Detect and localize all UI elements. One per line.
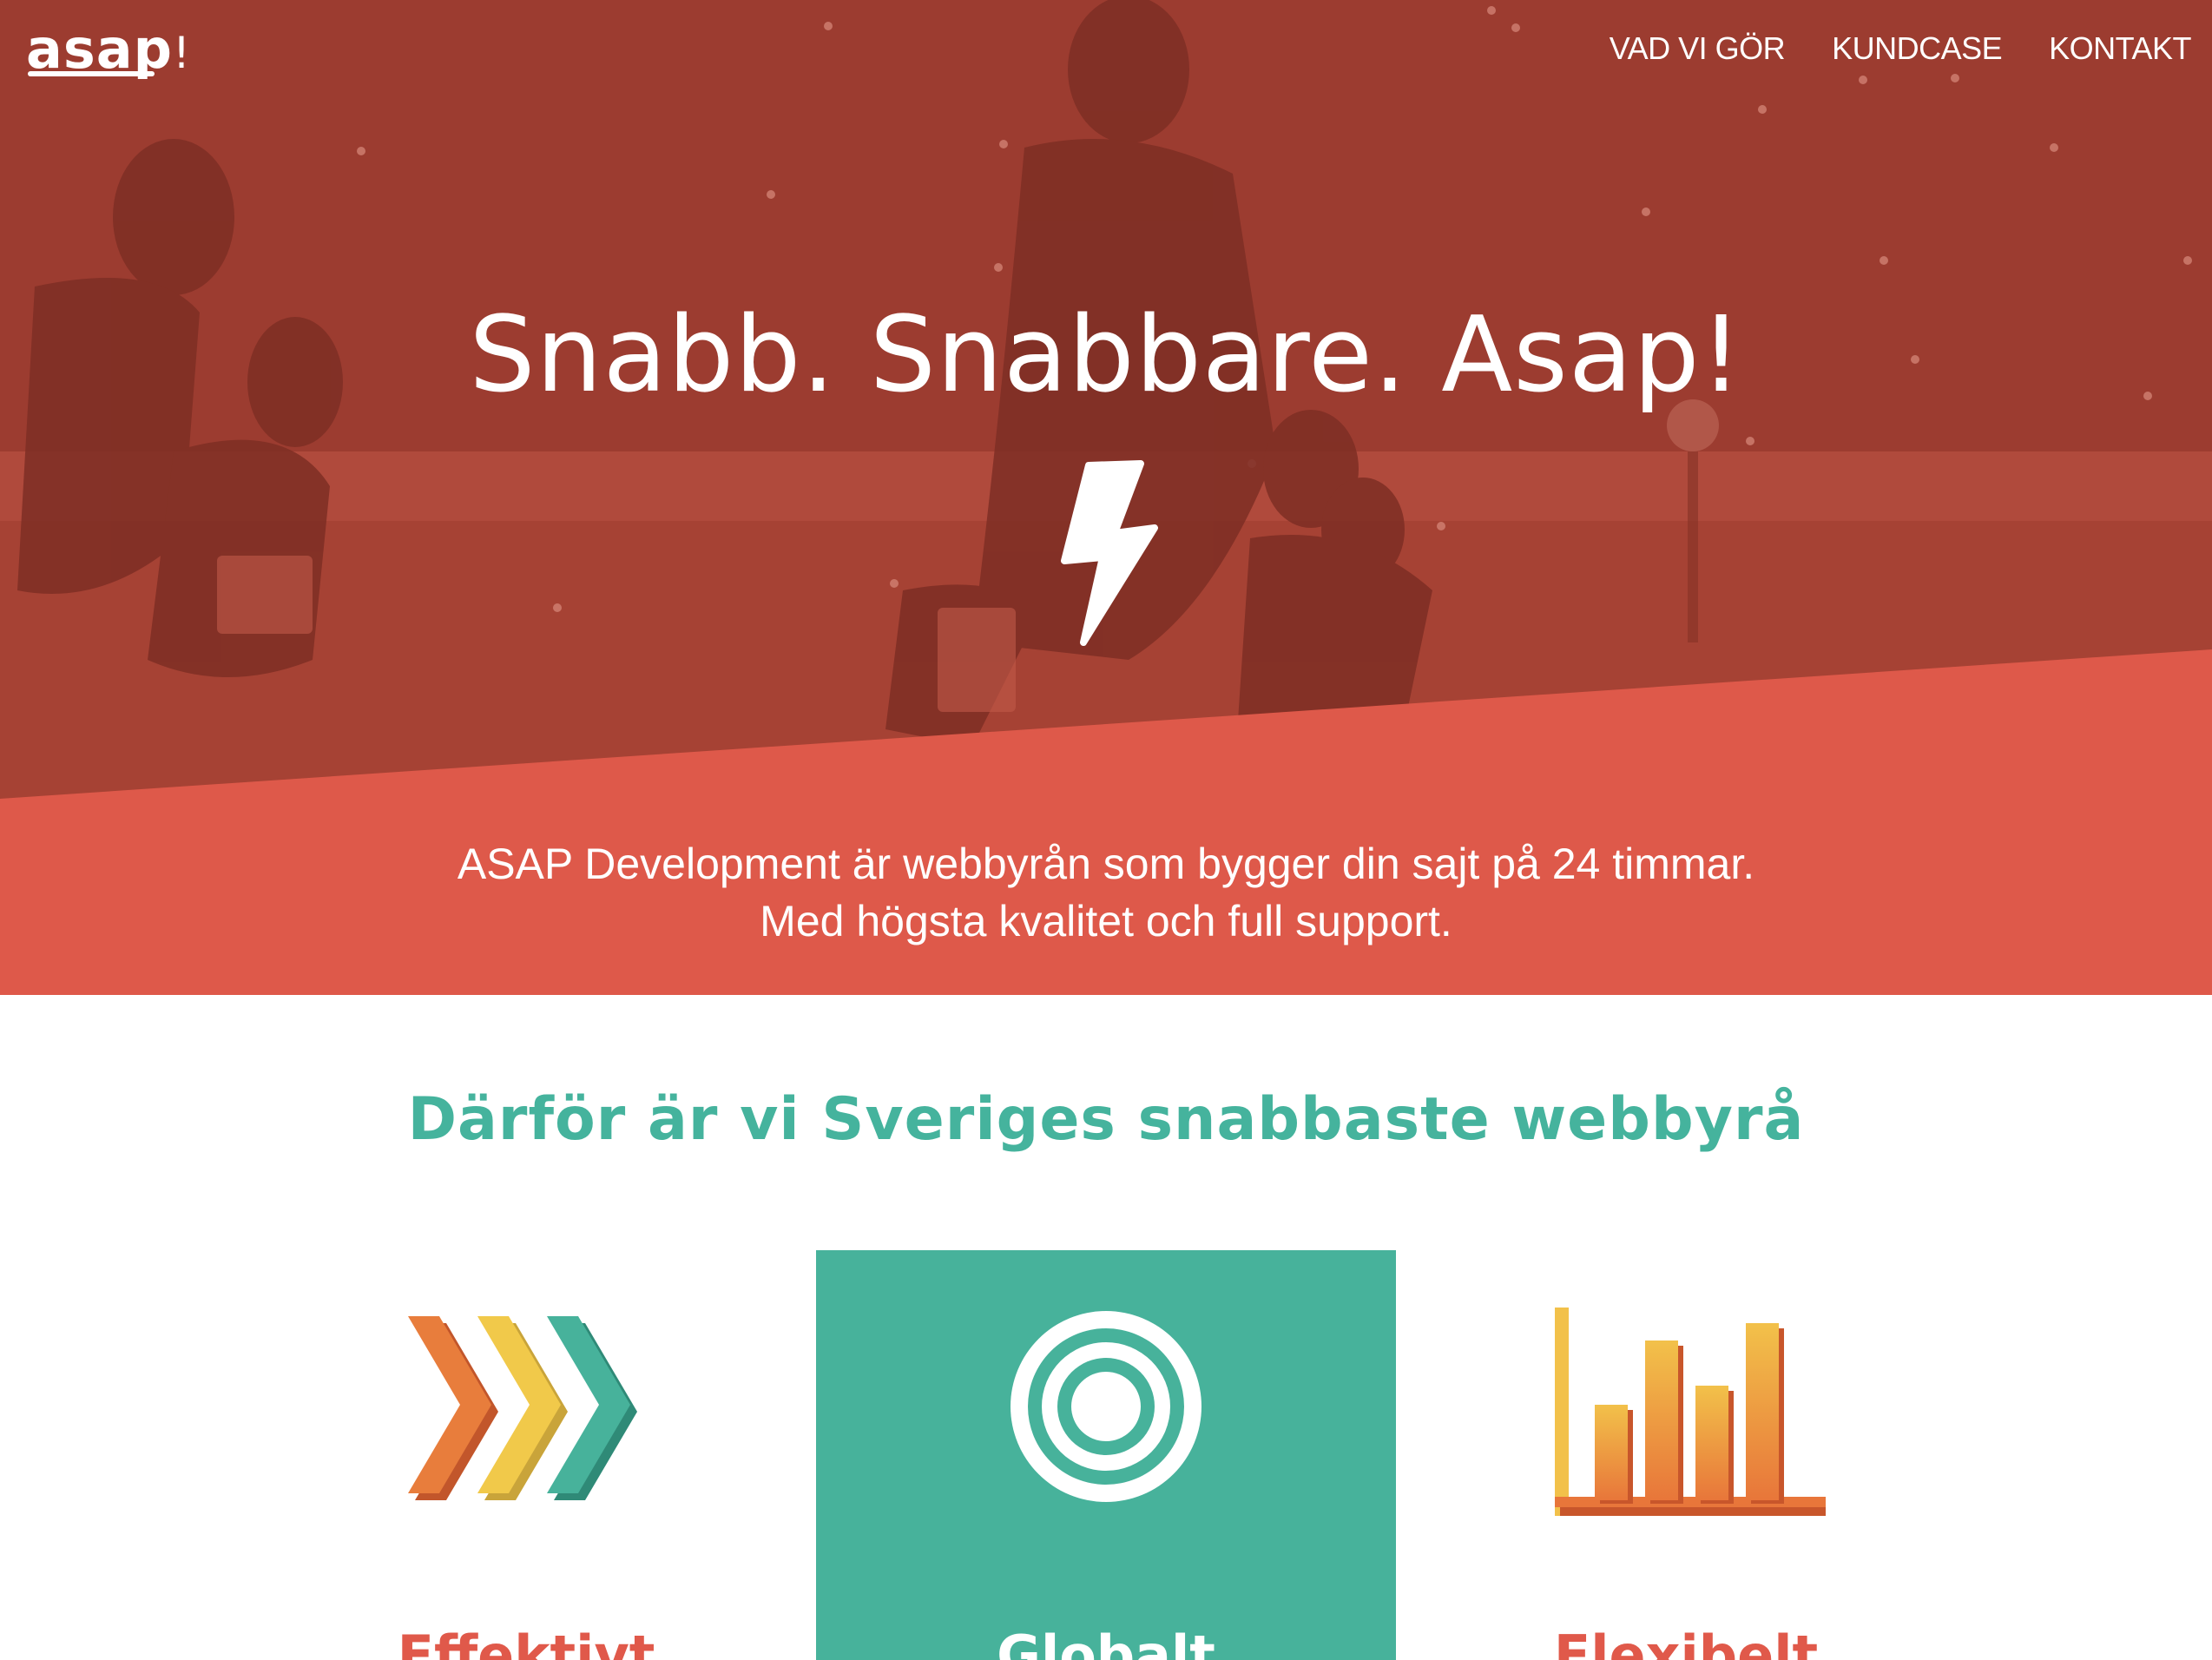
section-title: Därför är vi Sveriges snabbaste webbyrå (407, 1085, 1805, 1154)
chevrons-icon (408, 1316, 637, 1500)
feature-label-globalt: Globalt (997, 1624, 1215, 1660)
target-icon (1011, 1311, 1201, 1502)
hero-headline: Snabb. Snabbare. Asap! (469, 295, 1743, 416)
feature-globalt[interactable]: Globalt (816, 1250, 1396, 1660)
lightning-bolt-icon (1061, 460, 1158, 646)
feature-label-effektivt: Effektivt (397, 1624, 655, 1660)
nav-item-vad-vi-gor[interactable]: VAD VI GÖR (1610, 28, 1786, 69)
main-nav: VAD VI GÖR KUNDCASE KONTAKT (1610, 28, 2192, 69)
nav-item-kontakt[interactable]: KONTAKT (2049, 28, 2191, 69)
logo-bang: ! (172, 28, 192, 78)
hero-section: asap! VAD VI GÖR KUNDCASE KONTAKT Snabb.… (0, 0, 2212, 995)
feature-flexibelt[interactable]: Flexibelt (1396, 1250, 1976, 1660)
feature-effektivt[interactable]: Effektivt (236, 1250, 816, 1660)
tagline-line-1: ASAP Development är webbyrån som bygger … (457, 840, 1755, 888)
feature-label-flexibelt: Flexibelt (1553, 1624, 1819, 1660)
hero-tagline: ASAP Development är webbyrån som bygger … (0, 835, 2212, 950)
bar-chart-icon (1555, 1308, 1826, 1516)
nav-item-kundcase[interactable]: KUNDCASE (1832, 28, 2003, 69)
tagline-line-2: Med högsta kvalitet och full support. (760, 897, 1452, 945)
logo-underline (28, 71, 155, 76)
